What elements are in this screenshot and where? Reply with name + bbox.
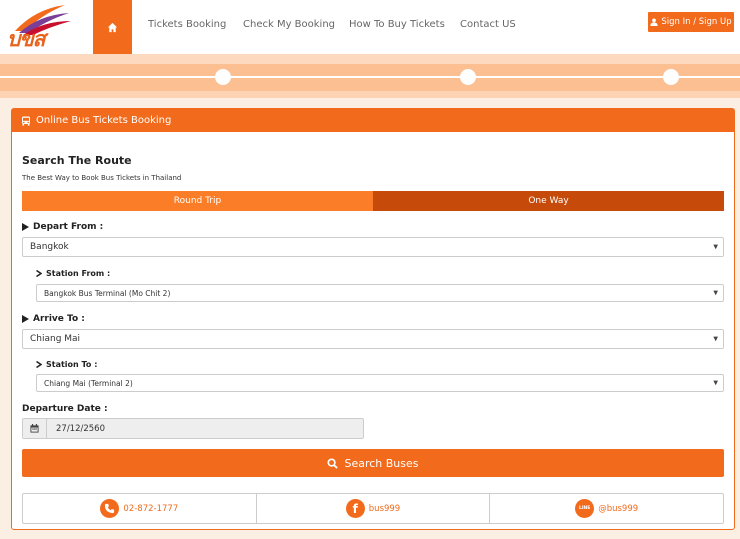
calendar-addon[interactable] [23, 419, 47, 438]
nav-tickets-booking[interactable]: Tickets Booking [148, 19, 226, 30]
home-button[interactable] [93, 0, 132, 54]
phone-handset-icon [105, 503, 115, 514]
dropdown-arrow-icon: ▼ [713, 243, 718, 251]
station-to-label: Station To : [46, 360, 98, 369]
station-from-label-row: Station From : [36, 269, 110, 278]
decor-dot-2 [460, 69, 476, 85]
decor-stripe-top [0, 54, 740, 64]
contact-phone[interactable]: 02-872-1777 [23, 494, 257, 523]
home-icon [107, 22, 118, 32]
arrive-to-select[interactable]: Chiang Mai ▼ [22, 329, 724, 349]
section-subtitle: The Best Way to Book Bus Tickets in Thai… [22, 174, 182, 182]
nav-how-to-buy[interactable]: How To Buy Tickets [349, 19, 445, 30]
dropdown-arrow-icon: ▼ [713, 335, 718, 343]
station-from-label: Station From : [46, 269, 111, 278]
arrive-to-label: Arrive To : [33, 314, 85, 324]
station-to-label-row: Station To : [36, 360, 97, 369]
dropdown-arrow-icon: ▼ [713, 289, 718, 297]
trip-type-toggle: Round Trip One Way [22, 191, 724, 211]
arrive-to-label-row: Arrive To : [22, 314, 85, 324]
facebook-icon: f [345, 499, 365, 518]
chevron-right-icon [36, 361, 42, 368]
departure-date-value: 27/12/2560 [56, 423, 105, 434]
contact-line[interactable]: LINE @bus999 [490, 494, 723, 523]
depart-from-label: Depart From : [33, 222, 104, 232]
depart-from-value: Bangkok [30, 242, 69, 252]
top-navbar: บขส Tickets Booking Check My Booking How… [0, 0, 740, 54]
decor-dot-3 [663, 69, 679, 85]
station-from-value: Bangkok Bus Terminal (Mo Chit 2) [44, 288, 171, 298]
depart-from-select[interactable]: Bangkok ▼ [22, 237, 724, 257]
arrive-to-value: Chiang Mai [30, 334, 81, 344]
section-title: Search The Route [22, 154, 132, 167]
caret-right-icon [22, 315, 29, 323]
signin-label: Sign In / Sign Up [661, 17, 732, 27]
logo-text: บขส [7, 27, 46, 51]
departure-date-label-row: Departure Date : [22, 404, 108, 414]
search-icon [327, 457, 339, 469]
calendar-icon [30, 424, 39, 433]
phone-number: 02-872-1777 [123, 503, 179, 514]
booking-panel: Online Bus Tickets Booking Search The Ro… [11, 108, 735, 530]
contact-facebook[interactable]: f bus999 [257, 494, 491, 523]
depart-from-label-row: Depart From : [22, 222, 103, 232]
decor-stripe-bottom [0, 91, 740, 98]
facebook-handle: bus999 [368, 503, 401, 514]
station-to-value: Chiang Mai (Terminal 2) [44, 378, 133, 388]
dropdown-arrow-icon: ▼ [713, 379, 718, 387]
decor-dot-1 [215, 69, 231, 85]
bus-icon [22, 116, 30, 126]
station-to-select[interactable]: Chiang Mai (Terminal 2) ▼ [36, 374, 724, 392]
search-buses-button[interactable]: Search Buses [22, 449, 724, 477]
line-icon: LINE [575, 499, 595, 518]
user-icon [650, 18, 658, 26]
nav-check-my-booking[interactable]: Check My Booking [243, 19, 335, 30]
nav-contact-us[interactable]: Contact US [460, 19, 516, 30]
departure-date-label: Departure Date : [22, 404, 108, 414]
panel-title: Online Bus Tickets Booking [36, 115, 172, 126]
contact-strip: 02-872-1777 f bus999 LINE @bus999 [22, 493, 724, 524]
tab-round-trip[interactable]: Round Trip [22, 191, 373, 211]
phone-icon [100, 499, 120, 518]
departure-date-input[interactable]: 27/12/2560 [22, 418, 364, 439]
caret-right-icon [22, 223, 29, 231]
panel-header: Online Bus Tickets Booking [12, 109, 734, 132]
line-handle: @bus999 [598, 503, 639, 514]
chevron-right-icon [36, 270, 42, 277]
tab-one-way[interactable]: One Way [373, 191, 724, 211]
brand-logo[interactable]: บขส [5, 3, 73, 51]
signin-button[interactable]: Sign In / Sign Up [648, 12, 734, 32]
station-from-select[interactable]: Bangkok Bus Terminal (Mo Chit 2) ▼ [36, 284, 724, 302]
search-buses-label: Search Buses [344, 456, 419, 470]
decor-stripe-line [0, 76, 740, 78]
